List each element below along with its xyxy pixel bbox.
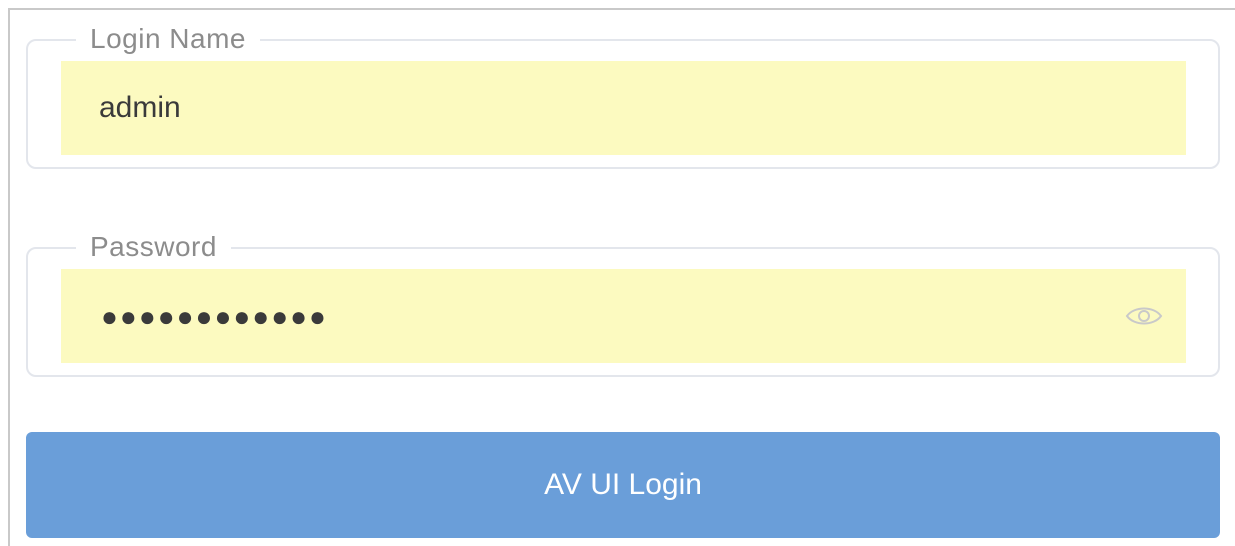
password-masked-value: ●●●●●●●●●●●● (101, 301, 328, 332)
password-input[interactable]: ●●●●●●●●●●●● (61, 269, 1186, 363)
login-name-field: Login Name admin (26, 22, 1220, 169)
login-name-value: admin (99, 91, 181, 124)
login-name-input[interactable]: admin (61, 61, 1186, 155)
password-legend: Password (76, 230, 231, 264)
login-button-label: AV UI Login (544, 468, 702, 501)
login-name-legend: Login Name (76, 22, 260, 56)
login-button[interactable]: AV UI Login (26, 432, 1220, 538)
password-field: Password ●●●●●●●●●●●● (26, 230, 1220, 377)
eye-icon[interactable] (1124, 303, 1164, 329)
